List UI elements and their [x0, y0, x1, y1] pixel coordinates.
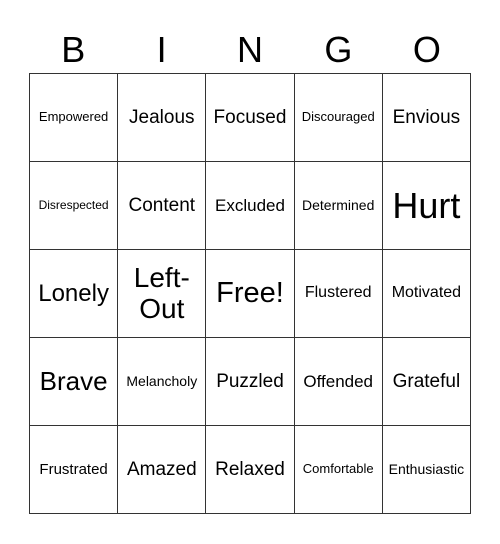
- bingo-cell[interactable]: Frustrated: [30, 426, 119, 514]
- bingo-cell[interactable]: Empowered: [30, 74, 119, 162]
- bingo-cell[interactable]: Amazed: [118, 426, 207, 514]
- bingo-cell[interactable]: Jealous: [118, 74, 207, 162]
- header-letter-b: B: [61, 29, 86, 70]
- free-space[interactable]: Free!: [206, 250, 295, 338]
- bingo-cell[interactable]: Envious: [382, 74, 471, 162]
- bingo-cell[interactable]: Enthusiastic: [382, 426, 471, 514]
- bingo-cell[interactable]: Motivated: [382, 250, 471, 338]
- bingo-cell[interactable]: Focused: [206, 74, 295, 162]
- bingo-cell[interactable]: Brave: [30, 338, 119, 426]
- bingo-cell[interactable]: Lonely: [30, 250, 119, 338]
- bingo-cell[interactable]: Disrespected: [30, 162, 119, 250]
- bingo-cell[interactable]: Comfortable: [294, 426, 383, 514]
- header-letter-g: G: [324, 29, 353, 70]
- bingo-cell[interactable]: Flustered: [294, 250, 383, 338]
- bingo-cell[interactable]: Excluded: [206, 162, 295, 250]
- bingo-grid: Empowered Jealous Focused Discouraged En…: [29, 73, 471, 514]
- bingo-cell[interactable]: Melancholy: [118, 338, 207, 426]
- bingo-cell[interactable]: Hurt: [382, 162, 471, 250]
- bingo-cell[interactable]: Determined: [294, 162, 383, 250]
- bingo-cell[interactable]: Content: [118, 162, 207, 250]
- bingo-cell[interactable]: Discouraged: [294, 74, 383, 162]
- header-letter-n: N: [237, 29, 264, 70]
- bingo-cell[interactable]: Grateful: [382, 338, 471, 426]
- bingo-cell[interactable]: Relaxed: [206, 426, 295, 514]
- bingo-cell[interactable]: Left-Out: [118, 250, 207, 338]
- bingo-cell[interactable]: Puzzled: [206, 338, 295, 426]
- bingo-cell[interactable]: Offended: [294, 338, 383, 426]
- bingo-header: B I N G O: [29, 28, 471, 72]
- header-letter-i: I: [156, 29, 167, 70]
- header-letter-o: O: [412, 29, 441, 70]
